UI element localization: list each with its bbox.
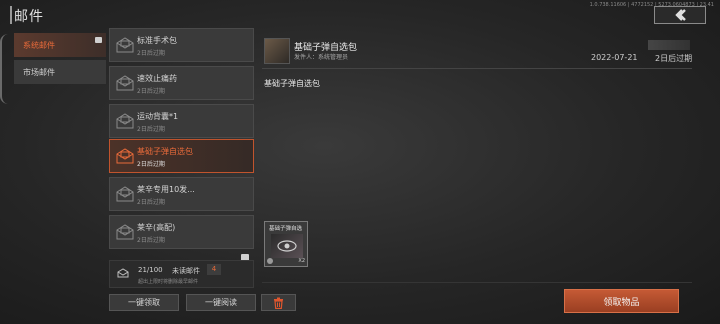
mail-title: 基础子弹自选包 (137, 147, 193, 156)
mail-sender: 发件人：系统管理员 (294, 54, 349, 61)
mail-expiry: 2日后过期 (137, 88, 165, 95)
tab-market-mail[interactable]: 市场邮件 (14, 60, 106, 84)
mail-title: 莱辛(高配) (137, 223, 176, 232)
back-button[interactable] (654, 6, 706, 24)
mail-count-footer: 21/100 未读邮件 4 超出上限时将删除最早邮件 (109, 260, 254, 288)
list-item[interactable]: 莱辛专用10发... 2日后过期 (109, 177, 254, 211)
unread-count: 4 (207, 264, 221, 275)
list-item[interactable]: 速效止痛药 2日后过期 (109, 66, 254, 100)
envelope-icon (116, 224, 134, 240)
tab-label: 市场邮件 (23, 67, 55, 77)
mail-count: 21/100 (138, 266, 163, 274)
chevron-left-icon (675, 9, 686, 21)
attachment-name: 基础子弹自选 (269, 226, 303, 232)
mail-body: 基础子弹自选包 (264, 79, 320, 88)
capacity-note: 超出上限时将删除最早邮件 (138, 279, 199, 285)
envelope-icon (116, 113, 134, 129)
title-accent (10, 6, 12, 24)
mail-title: 标准手术包 (137, 36, 177, 45)
trash-icon (274, 297, 283, 309)
mail-expiry: 2日后过期 (137, 126, 165, 133)
mail-expiry: 2日后过期 (655, 54, 693, 63)
mail-list[interactable]: 标准手术包 2日后过期 速效止痛药 2日后过期 运动背囊*1 2日后过期 基础子… (109, 28, 254, 260)
envelope-icon (116, 186, 134, 202)
mail-title: 莱辛专用10发... (137, 185, 195, 194)
tab-system-mail[interactable]: 系统邮件 (14, 33, 106, 57)
mail-expiry: 2日后过期 (137, 199, 165, 206)
page-title: 邮件 (14, 9, 44, 25)
divider (262, 68, 692, 69)
mail-expiry: 2日后过期 (137, 50, 165, 57)
divider (262, 282, 692, 283)
list-item-selected[interactable]: 基础子弹自选包 2日后过期 (109, 139, 254, 173)
envelope-icon (116, 148, 134, 164)
tab-label: 系统邮件 (23, 40, 55, 50)
claim-all-button[interactable]: 一键领取 (109, 294, 179, 311)
mail-title: 运动背囊*1 (137, 112, 179, 121)
mail-expiry: 2日后过期 (137, 161, 165, 168)
redacted-info (648, 40, 690, 50)
sender-avatar (264, 38, 290, 64)
list-item[interactable]: 运动背囊*1 2日后过期 (109, 104, 254, 138)
mail-date: 2022-07-21 (591, 53, 638, 62)
attachment-quantity: X2 (298, 258, 305, 264)
mailbox-icon (117, 268, 129, 278)
envelope-icon (116, 37, 134, 53)
ammo-box-icon (271, 234, 303, 258)
side-decoration (0, 34, 12, 104)
delete-button[interactable] (261, 294, 296, 311)
list-item[interactable]: 莱辛(高配) 2日后过期 (109, 215, 254, 249)
list-item[interactable]: 标准手术包 2日后过期 (109, 28, 254, 62)
notification-badge-icon (95, 37, 102, 43)
unread-label: 未读邮件 (172, 267, 200, 275)
claim-items-button[interactable]: 领取物品 (564, 289, 679, 313)
attachment-item[interactable]: 基础子弹自选 X2 (264, 221, 308, 267)
mail-expiry: 2日后过期 (137, 237, 165, 244)
background (0, 0, 720, 324)
envelope-icon (116, 75, 134, 91)
currency-icon (267, 258, 273, 264)
mail-title: 速效止痛药 (137, 74, 177, 83)
read-all-button[interactable]: 一键阅读 (186, 294, 256, 311)
